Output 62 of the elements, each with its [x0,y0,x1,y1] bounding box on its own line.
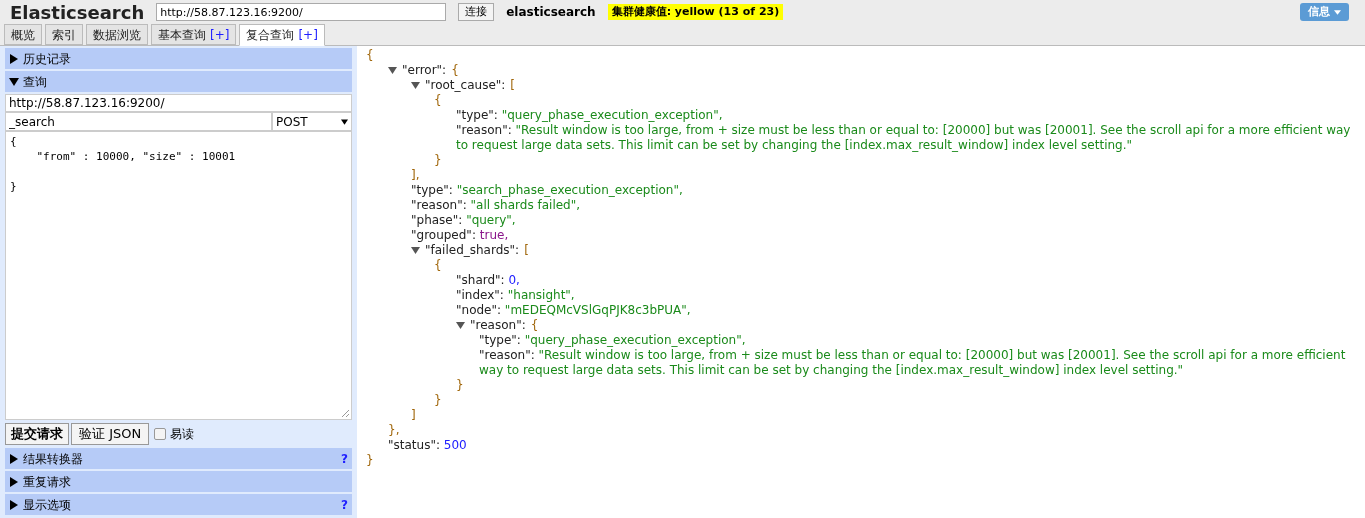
json-property: "reason": "Result window is too large, from + size must be less than or equal to: [20000] but was [20001]. See the scroll api for a more efficient way to request large data sets. This limit can be set by changing the [index.max_result_window] index level setting." [479,348,1347,378]
expanded-triangle-icon[interactable] [411,81,420,90]
json-property: "reason": "all shards failed", [411,198,582,213]
json-key: "reason": [470,318,526,333]
json-key: "root_cause": [425,78,506,93]
json-bracket: { [366,48,374,63]
section-header[interactable]: 查询 [5,71,352,92]
submit-request-button[interactable]: 提交请求 [5,423,69,445]
tab[interactable]: 基本查询 [+] [151,24,237,45]
method-select[interactable]: POST [272,112,352,131]
json-bracket: }, [388,423,400,437]
app-title: Elasticsearch [10,0,145,25]
cluster-name: elasticsearch [506,4,596,21]
section-header[interactable]: 显示选项 ? [5,494,352,515]
tab[interactable]: 数据浏览 [86,24,148,45]
json-property: "node": "mEDEQMcVSlGqPJK8c3bPUA", [456,303,692,318]
url-field[interactable]: http://58.87.123.16:9200/ [5,94,352,112]
expanded-triangle-icon[interactable] [456,321,465,330]
url-field[interactable]: http://58.87.123.16:9200/ [156,3,447,21]
json-property: "type": "query_phase_execution_exception", [479,333,747,348]
json-property: "shard": 0, [456,273,521,288]
resize-grip-icon[interactable] [341,409,350,418]
json-property: "grouped": true, [411,228,510,243]
json-key: "failed_shards": [425,243,520,258]
connect-button[interactable]: 连接 [458,3,495,21]
json-bracket: [ [524,243,529,258]
json-bracket: } [366,453,374,467]
json-bracket: ], [411,168,420,182]
json-bracket: [ [510,78,516,93]
json-bracket: } [456,378,464,392]
checkbox-label: 易读 [170,426,195,443]
help-link[interactable]: ? [341,495,348,514]
section-header[interactable]: 结果转换器 ? [5,448,352,469]
json-key: "error": [402,63,447,78]
json-bracket: { [530,318,539,333]
query-body-editor[interactable]: { "from" : 10000, "size" : 10001 } [5,131,352,420]
checkbox[interactable] [154,428,167,440]
cluster-health-badge: 集群健康值: yellow (13 of 23) [607,3,784,21]
tab[interactable]: 复合查询 [+] [239,24,325,46]
section-header[interactable]: 重复请求 [5,471,352,492]
expanded-triangle-icon[interactable] [388,66,397,75]
json-property: "type": "search_phase_execution_exception", [411,183,684,198]
path-field[interactable]: _search [5,112,272,131]
json-property: "status": 500 [388,438,468,453]
json-bracket: { [451,63,459,78]
section-header[interactable]: 历史记录 [5,48,352,69]
json-property: "type": "query_phase_execution_exception", [456,108,724,123]
help-link[interactable]: ? [341,449,348,468]
json-bracket: ] [411,408,416,422]
json-property: "index": "hansight", [456,288,576,303]
json-bracket: { [434,258,442,273]
caret-icon [1334,9,1341,15]
tab[interactable]: 概览 [4,24,42,45]
json-bracket: } [434,393,442,407]
json-property: "phase": "query", [411,213,517,228]
json-bracket: } [434,153,442,167]
expanded-triangle-icon[interactable] [411,246,420,255]
validate-json-button[interactable]: 验证 JSON [71,423,150,445]
tab[interactable]: 索引 [45,24,83,45]
json-property: "reason": "Result window is too large, from + size must be less than or equal to: [20000] but was [20001]. See the scroll api for a more efficient way to request large data sets. This limit can be set by changing the [index.max_result_window] index level setting." [456,123,1352,153]
caret-icon [341,118,348,125]
json-bracket: { [434,93,442,108]
